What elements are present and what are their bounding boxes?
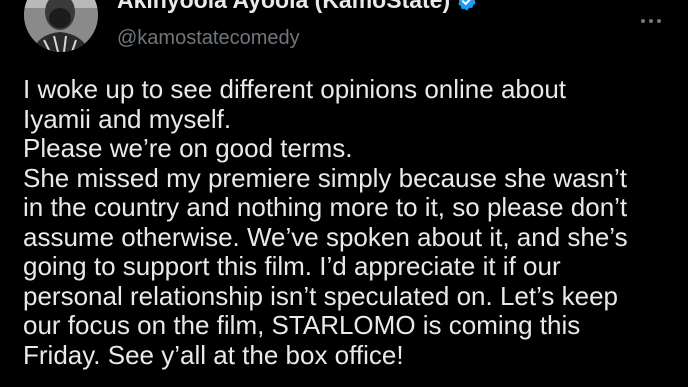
tweet-text: I woke up to see different opinions onli… bbox=[23, 74, 673, 370]
avatar-image bbox=[24, 0, 98, 52]
tweet-line: Please we’re on good terms. bbox=[23, 133, 353, 163]
author-handle[interactable]: @kamostatecomedy bbox=[117, 27, 300, 50]
tweet-line: personal relationship isn’t speculated o… bbox=[23, 280, 619, 311]
author-name-text: Akinyoola Ayoola (KamoState) bbox=[117, 0, 451, 13]
dot bbox=[657, 19, 661, 23]
tweet-line: going to support this film. I’d apprecia… bbox=[23, 251, 561, 281]
tweet-line: Iyamii and myself. bbox=[23, 103, 232, 134]
dot bbox=[641, 19, 645, 23]
tweet-line: I woke up to see different opinions onli… bbox=[23, 74, 567, 104]
author-display-name[interactable]: Akinyoola Ayoola (KamoState) bbox=[117, 0, 478, 14]
tweet-line: assume otherwise. We’ve spoken about it,… bbox=[23, 221, 628, 252]
tweet-line: in the country and nothing more to it, s… bbox=[23, 192, 628, 222]
more-options-icon[interactable] bbox=[636, 6, 666, 36]
tweet-screenshot: Akinyoola Ayoola (KamoState) @kamostatec… bbox=[0, 0, 688, 387]
verified-badge-icon bbox=[458, 0, 476, 11]
avatar[interactable] bbox=[24, 0, 98, 52]
dot bbox=[649, 19, 653, 23]
tweet-line: Friday. See y’all at the box office! bbox=[23, 339, 404, 370]
tweet-line: our focus on the film, STARLOMO is comin… bbox=[23, 310, 581, 340]
tweet-line: She missed my premiere simply because sh… bbox=[23, 162, 628, 193]
